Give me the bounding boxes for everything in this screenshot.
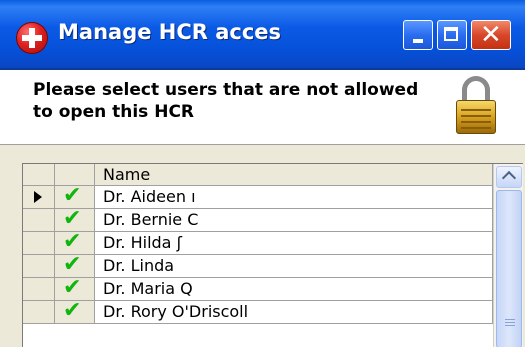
header-panel: Please select users that are not allowed…: [0, 70, 525, 145]
row-indicator[interactable]: [23, 278, 55, 301]
row-checkbox[interactable]: ✔: [55, 298, 95, 324]
user-name-cell[interactable]: Dr. Hilda ʃ: [95, 232, 493, 255]
grip-line: [505, 322, 515, 323]
grip-line: [505, 319, 515, 320]
manage-hcr-access-window: Manage HCR acces ✕ Please select users t…: [0, 0, 525, 347]
table-row[interactable]: ✔ Dr. Bernie C: [23, 206, 493, 232]
user-name-cell[interactable]: Dr. Maria Q: [95, 278, 493, 301]
checkmark-icon: ✔: [63, 206, 82, 231]
current-row-arrow-icon: [34, 191, 42, 203]
grip-line: [505, 325, 515, 326]
table-row[interactable]: ✔ Dr. Rory O'Driscoll: [23, 298, 493, 324]
user-name-cell[interactable]: Dr. Linda: [95, 255, 493, 278]
row-indicator[interactable]: [23, 255, 55, 278]
indicator-column-header: [23, 164, 55, 186]
checkmark-icon: ✔: [63, 229, 82, 254]
maximize-icon: [444, 27, 458, 41]
table-row[interactable]: ✔ Dr. Maria Q: [23, 275, 493, 301]
checkmark-icon: ✔: [63, 183, 82, 208]
scroll-up-button[interactable]: [496, 166, 522, 188]
users-grid[interactable]: Name ✔ Dr. Aideen ı ✔ Dr. Bernie C ✔ Dr.…: [22, 163, 523, 347]
minimize-icon: [413, 39, 423, 43]
checkmark-icon: ✔: [63, 252, 82, 277]
checkmark-icon: ✔: [63, 275, 82, 300]
close-button[interactable]: ✕: [471, 20, 511, 50]
instruction-text: Please select users that are not allowed…: [33, 80, 419, 122]
checkmark-icon: ✔: [63, 298, 82, 323]
row-indicator[interactable]: [23, 301, 55, 324]
user-name-cell[interactable]: Dr. Rory O'Driscoll: [95, 301, 493, 324]
table-row[interactable]: ✔ Dr. Aideen ı: [23, 183, 493, 209]
row-indicator[interactable]: [23, 232, 55, 255]
maximize-button[interactable]: [437, 20, 467, 50]
close-icon: ✕: [480, 20, 502, 50]
red-cross-icon: [16, 22, 48, 54]
row-indicator[interactable]: [23, 186, 55, 209]
window-title: Manage HCR acces: [58, 20, 282, 44]
title-bar[interactable]: Manage HCR acces ✕: [0, 0, 525, 70]
minimize-button[interactable]: [403, 20, 433, 50]
user-name-cell[interactable]: Dr. Bernie C: [95, 209, 493, 232]
row-indicator[interactable]: [23, 209, 55, 232]
vertical-scrollbar[interactable]: [493, 164, 523, 347]
name-column-header[interactable]: Name: [95, 164, 493, 186]
user-name-cell[interactable]: Dr. Aideen ı: [95, 186, 493, 209]
lock-icon: [456, 76, 496, 136]
table-row[interactable]: ✔ Dr. Hilda ʃ: [23, 229, 493, 255]
table-row[interactable]: ✔ Dr. Linda: [23, 252, 493, 278]
scroll-thumb[interactable]: [496, 190, 522, 347]
